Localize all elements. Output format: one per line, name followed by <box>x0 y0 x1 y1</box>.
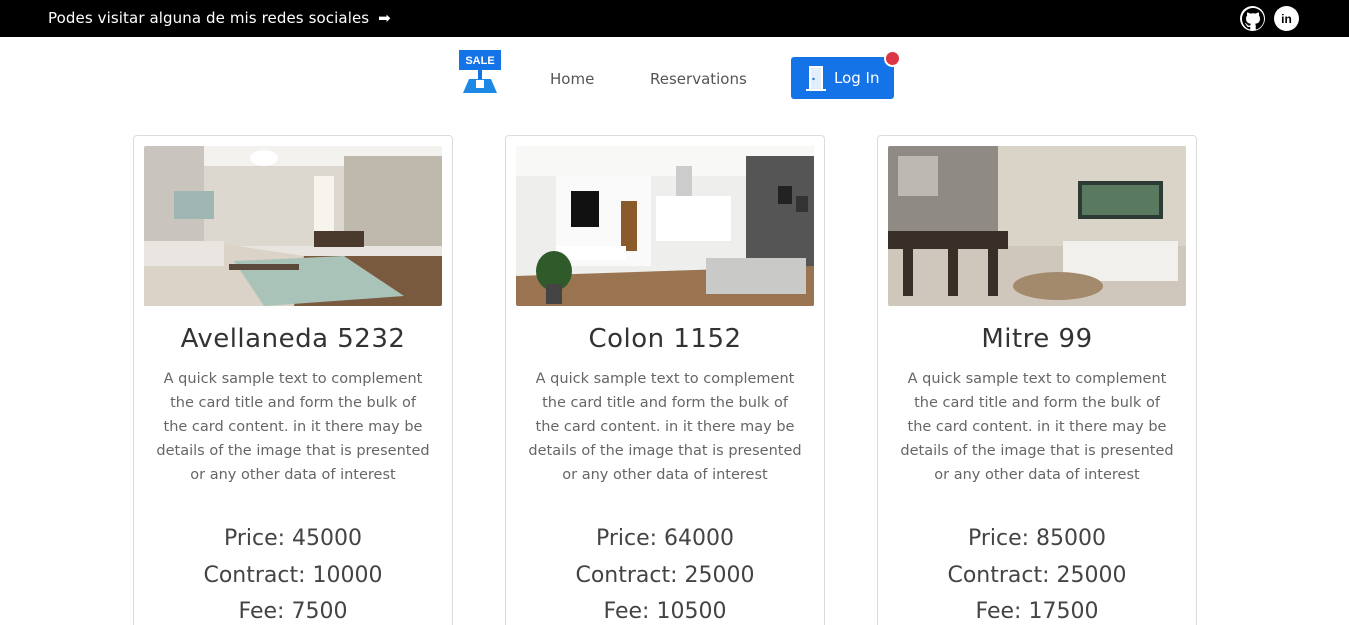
notification-dot <box>884 50 901 67</box>
github-icon <box>1241 7 1264 29</box>
logo-text: SALE <box>465 55 494 67</box>
door-icon <box>806 66 826 91</box>
property-image <box>516 146 814 306</box>
social-topbar: Podes visitar alguna de mis redes social… <box>0 0 1349 37</box>
card-contract: Contract: 25000 <box>947 563 1127 588</box>
card-title: Mitre 99 <box>981 324 1093 354</box>
property-card: Mitre 99 A quick sample text to compleme… <box>877 135 1197 625</box>
social-invite-label: Podes visitar alguna de mis redes social… <box>48 9 370 27</box>
sale-sign-icon: SALE <box>459 50 501 93</box>
main-nav: SALE Home Reservations Log In <box>0 37 1349 117</box>
card-description: A quick sample text to complement the ca… <box>156 371 430 483</box>
card-title: Avellaneda 5232 <box>180 324 406 354</box>
github-link[interactable] <box>1240 6 1265 31</box>
card-fee: Fee: 17500 <box>975 599 1099 624</box>
property-card: Colon 1152 A quick sample text to comple… <box>505 135 825 625</box>
card-description: A quick sample text to complement the ca… <box>528 371 802 483</box>
card-fee: Fee: 7500 <box>238 599 348 624</box>
nav-reservations-link[interactable]: Reservations <box>650 70 747 88</box>
sale-sign-logo[interactable]: SALE <box>457 47 503 93</box>
card-fee: Fee: 10500 <box>603 599 727 624</box>
linkedin-link[interactable]: in <box>1274 6 1299 31</box>
linkedin-icon: in <box>1281 11 1292 26</box>
property-image <box>144 146 442 306</box>
card-contract: Contract: 25000 <box>575 563 755 588</box>
social-invite-text: Podes visitar alguna de mis redes social… <box>48 9 391 27</box>
property-image <box>888 146 1186 306</box>
login-label: Log In <box>834 69 880 87</box>
login-button[interactable]: Log In <box>791 57 894 99</box>
property-card: Avellaneda 5232 A quick sample text to c… <box>133 135 453 625</box>
card-price: Price: 64000 <box>595 526 735 551</box>
card-price: Price: 85000 <box>967 526 1107 551</box>
card-contract: Contract: 10000 <box>203 563 383 588</box>
nav-home-link[interactable]: Home <box>550 70 594 88</box>
card-title: Colon 1152 <box>588 324 742 354</box>
card-price: Price: 45000 <box>223 526 363 551</box>
arrow-right-icon: ➡ <box>378 9 391 27</box>
card-description: A quick sample text to complement the ca… <box>900 371 1174 483</box>
